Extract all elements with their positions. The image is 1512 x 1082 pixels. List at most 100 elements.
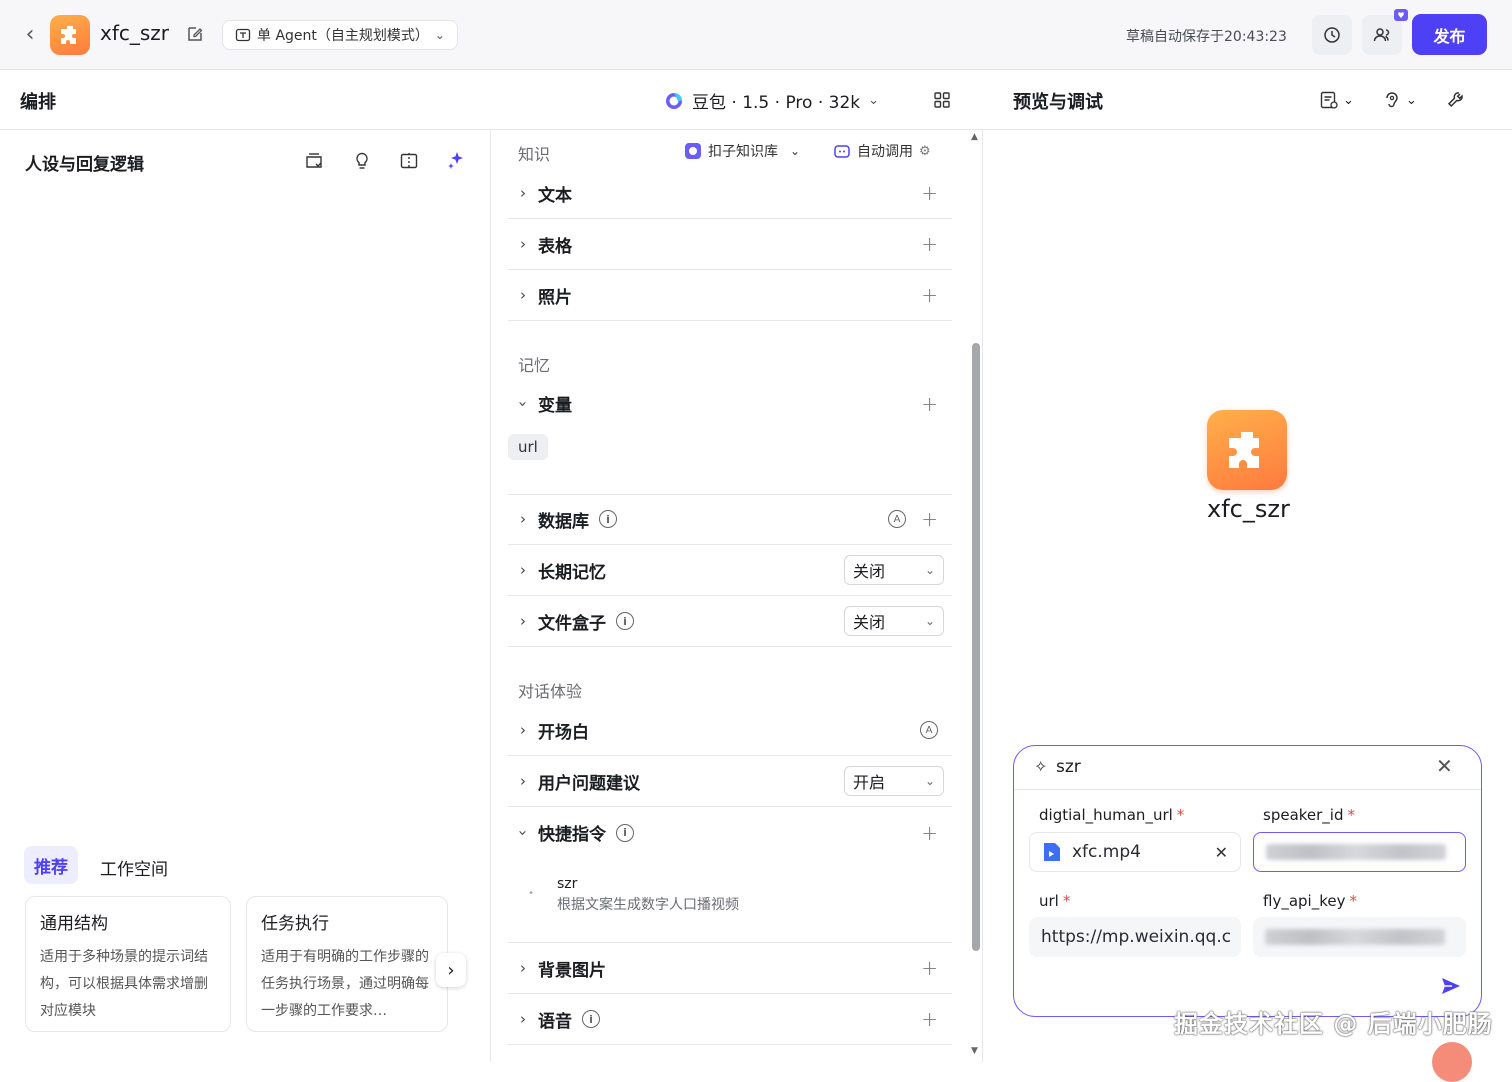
knowledge-source-select[interactable]: 扣子知识库 ⌄ — [684, 141, 800, 161]
scroll-up-icon[interactable]: ▲ — [971, 132, 978, 142]
users-icon — [1373, 28, 1390, 42]
auto-mode-icon: A — [888, 510, 906, 528]
preview-header: 预览与调试 ⌄ ⌄ — [984, 70, 1512, 130]
row-label: 开场白 — [538, 722, 589, 743]
add-icon[interactable]: + — [921, 1007, 938, 1031]
history-icon — [1324, 27, 1340, 43]
memory-row-database[interactable]: › 数据库 i A + — [508, 494, 952, 545]
memory-group-label: 记忆 — [518, 356, 551, 375]
speaker-id-input[interactable] — [1253, 832, 1466, 872]
info-icon[interactable]: i — [616, 612, 634, 630]
chevron-right-icon: › — [520, 235, 526, 253]
assistant-mascot-icon[interactable] — [1432, 1042, 1472, 1082]
add-icon[interactable]: + — [921, 507, 938, 531]
persona-section-title: 人设与回复逻辑 — [25, 155, 144, 175]
edit-icon[interactable] — [186, 25, 206, 45]
template-card[interactable]: 任务执行 适用于有明确的工作步骤的任务执行场景，通过明确每一步骤的工作要求… — [246, 896, 448, 1032]
knowledge-row-table[interactable]: › 表格 + — [508, 219, 952, 270]
chevron-down-icon: ⌄ — [1343, 92, 1354, 108]
chevron-right-icon: › — [520, 286, 526, 304]
info-icon[interactable]: i — [582, 1010, 600, 1028]
dialog-row-suggestions[interactable]: › 用户问题建议 开启 ⌄ — [508, 756, 952, 807]
info-icon[interactable]: i — [616, 823, 634, 842]
autosave-status: 草稿自动保存于20:43:23 — [1126, 29, 1287, 45]
debug-log-menu[interactable]: ⌄ — [1319, 90, 1354, 110]
lightbulb-icon[interactable] — [352, 151, 372, 175]
bot-name: xfc_szr — [1207, 495, 1290, 523]
dialog-row-shortcuts[interactable]: › 快捷指令 i + — [508, 807, 952, 858]
chevron-down-icon: ⌄ — [924, 774, 935, 788]
template-card-desc: 适用于有明确的工作步骤的任务执行场景，通过明确每一步骤的工作要求… — [261, 949, 429, 1019]
collaborators-button[interactable]: ♥ — [1362, 9, 1408, 55]
wrench-icon[interactable] — [1446, 90, 1466, 114]
agent-mode-icon — [235, 28, 251, 42]
bot-avatar — [1207, 410, 1287, 490]
compare-icon[interactable] — [399, 151, 419, 175]
back-arrow-icon[interactable]: ‹ — [18, 22, 42, 47]
scroll-down-icon[interactable]: ▼ — [971, 1046, 978, 1056]
chevron-right-icon: › — [447, 959, 455, 981]
add-icon[interactable]: + — [921, 283, 938, 307]
info-icon[interactable]: i — [599, 510, 617, 528]
top-bar: ‹ xfc_szr 单 Agent（自主规划模式） ⌄ 草稿自动保存于20:43… — [0, 0, 1512, 70]
row-label: 用户问题建议 — [538, 773, 640, 794]
digital-human-file-field[interactable]: xfc.mp4 ✕ — [1029, 832, 1241, 872]
add-icon[interactable]: + — [921, 956, 938, 980]
field-label: fly_api_key * — [1263, 892, 1357, 910]
auto-invoke-toggle[interactable]: 自动调用 ⚙ — [833, 141, 931, 161]
memory-row-variables[interactable]: › 变量 + — [508, 378, 952, 429]
voice-menu[interactable]: ⌄ — [1382, 90, 1417, 110]
dialog-row-voice[interactable]: › 语音 i + — [508, 994, 952, 1045]
log-icon — [1320, 91, 1338, 109]
chevron-right-icon: › — [520, 1010, 526, 1028]
agent-mode-label: 单 Agent（自主规划模式） — [257, 28, 429, 44]
dialog-row-background[interactable]: › 背景图片 + — [508, 943, 952, 994]
chevron-right-icon: › — [520, 772, 526, 790]
url-value: https://mp.weixin.qq.c — [1041, 927, 1232, 947]
filebox-select[interactable]: 关闭 ⌄ — [844, 606, 944, 636]
ai-optimize-icon[interactable] — [446, 150, 466, 174]
chevron-down-icon: ⌄ — [924, 614, 935, 628]
agent-mode-select[interactable]: 单 Agent（自主规划模式） ⌄ — [222, 20, 458, 50]
tab-recommended[interactable]: 推荐 — [24, 846, 78, 884]
variable-tag[interactable]: url — [508, 434, 548, 460]
dialog-group-label: 对话体验 — [518, 682, 583, 701]
add-icon[interactable]: + — [921, 821, 938, 845]
publish-button[interactable]: 发布 — [1412, 14, 1487, 55]
layout-grid-icon[interactable] — [933, 91, 951, 113]
redacted-value — [1265, 929, 1445, 945]
carousel-next-button[interactable]: › — [436, 953, 466, 987]
remove-file-icon[interactable]: ✕ — [1215, 843, 1228, 862]
chevron-down-icon: › — [514, 829, 532, 836]
memory-row-filebox[interactable]: › 文件盒子 i 关闭 ⌄ — [508, 596, 952, 647]
template-library-icon[interactable] — [304, 151, 324, 175]
scrollbar-thumb[interactable] — [972, 343, 980, 951]
url-input[interactable]: https://mp.weixin.qq.c — [1029, 917, 1241, 957]
model-selector[interactable]: 豆包 · 1.5 · Pro · 32k ⌄ — [664, 88, 879, 113]
long-memory-select[interactable]: 关闭 ⌄ — [844, 555, 944, 585]
knowledge-row-text[interactable]: › 文本 + — [508, 168, 952, 219]
command-name: szr — [1056, 757, 1081, 777]
dialog-row-opening[interactable]: › 开场白 A — [508, 705, 952, 756]
send-icon[interactable] — [1440, 975, 1462, 1001]
add-icon[interactable]: + — [921, 181, 938, 205]
gear-icon[interactable]: ⚙ — [919, 144, 931, 159]
close-icon[interactable]: ✕ — [1436, 754, 1453, 778]
template-card[interactable]: 通用结构 适用于多种场景的提示词结构，可以根据具体需求增删对应模块 — [25, 896, 231, 1032]
chevron-right-icon: › — [520, 561, 526, 579]
tab-workspace[interactable]: 工作空间 — [100, 855, 168, 880]
knowledge-row-photo[interactable]: › 照片 + — [508, 270, 952, 321]
fly-api-key-input[interactable] — [1253, 917, 1466, 957]
memory-row-long-term[interactable]: › 长期记忆 关闭 ⌄ — [508, 545, 952, 596]
history-button[interactable] — [1312, 15, 1352, 55]
ear-icon — [1386, 92, 1398, 108]
drag-handle-icon[interactable]: • — [528, 888, 534, 899]
template-card-desc: 适用于多种场景的提示词结构，可以根据具体需求增删对应模块 — [40, 949, 208, 1019]
model-name: 豆包 · 1.5 · Pro · 32k — [692, 93, 861, 113]
shortcut-item[interactable]: • szr 根据文案生成数字人口播视频 — [528, 876, 948, 920]
add-icon[interactable]: + — [921, 232, 938, 256]
chevron-right-icon: › — [520, 721, 526, 739]
add-icon[interactable]: + — [921, 392, 938, 416]
row-label: 变量 — [538, 396, 572, 416]
suggestions-select[interactable]: 开启 ⌄ — [844, 766, 944, 796]
